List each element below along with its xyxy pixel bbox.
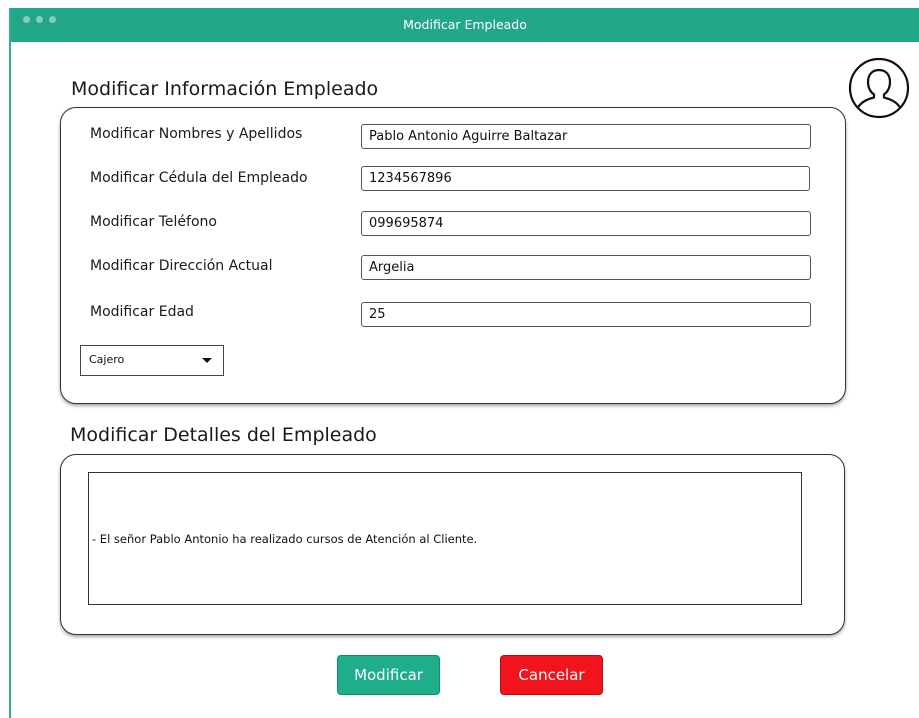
- address-input[interactable]: [361, 255, 811, 280]
- details-textarea[interactable]: - El señor Pablo Antonio ha realizado cu…: [88, 472, 802, 605]
- details-text: - El señor Pablo Antonio ha realizado cu…: [92, 532, 478, 546]
- cancel-button[interactable]: Cancelar: [500, 655, 603, 695]
- chevron-down-icon: [202, 358, 212, 363]
- field-label-phone: Modificar Teléfono: [90, 214, 217, 230]
- window-title: Modificar Empleado: [403, 17, 527, 32]
- modify-button[interactable]: Modificar: [337, 655, 440, 695]
- role-select[interactable]: Cajero: [80, 345, 224, 376]
- field-label-address: Modificar Dirección Actual: [90, 258, 273, 274]
- age-input[interactable]: [361, 302, 811, 327]
- names-input[interactable]: [361, 124, 811, 149]
- role-select-value: Cajero: [89, 353, 125, 366]
- section-details-title: Modificar Detalles del Empleado: [70, 424, 377, 446]
- title-bar: Modificar Empleado: [11, 8, 919, 42]
- field-label-id: Modificar Cédula del Empleado: [90, 170, 308, 186]
- user-avatar-icon[interactable]: [848, 57, 910, 119]
- field-label-age: Modificar Edad: [90, 304, 194, 320]
- phone-input[interactable]: [361, 211, 811, 236]
- field-label-names: Modificar Nombres y Apellidos: [90, 126, 303, 142]
- section-info-title: Modificar Información Empleado: [71, 78, 379, 100]
- id-number-input[interactable]: [361, 166, 810, 191]
